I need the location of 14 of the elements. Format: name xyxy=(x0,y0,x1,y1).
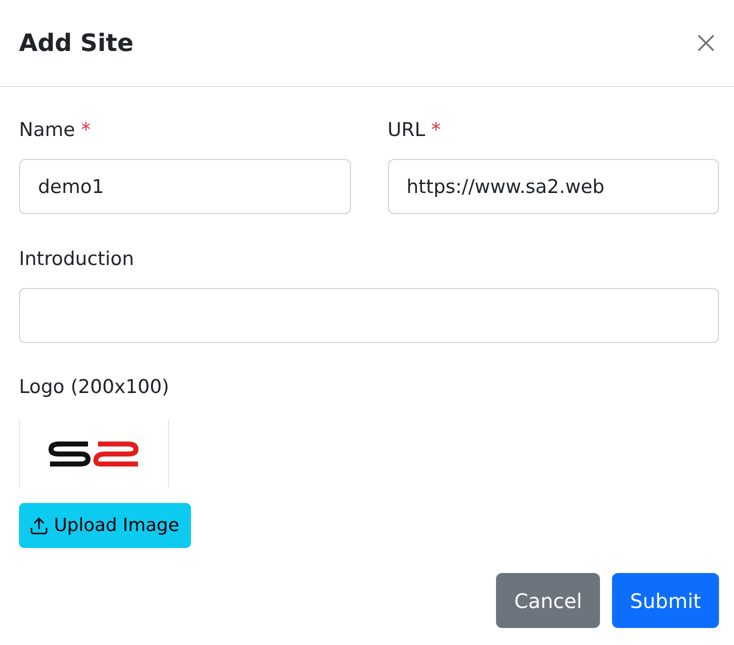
dialog-title: Add Site xyxy=(19,28,134,59)
cancel-button[interactable]: Cancel xyxy=(496,573,600,628)
input-field[interactable]: demo1 xyxy=(19,159,350,214)
submit-button[interactable]: Submit xyxy=(612,573,719,628)
upload-icon xyxy=(29,516,49,536)
required-mark: * xyxy=(81,118,91,143)
input-field[interactable]: https://www.sa2.web xyxy=(388,159,719,214)
field-label: Logo (200x100) xyxy=(19,375,170,400)
required-mark: * xyxy=(431,118,441,143)
field-label: URL xyxy=(388,118,426,143)
field-label: Introduction xyxy=(19,247,134,272)
field-label: Name xyxy=(19,118,76,143)
upload-image-button[interactable]: Upload Image xyxy=(19,503,192,548)
input-field[interactable] xyxy=(19,288,719,343)
